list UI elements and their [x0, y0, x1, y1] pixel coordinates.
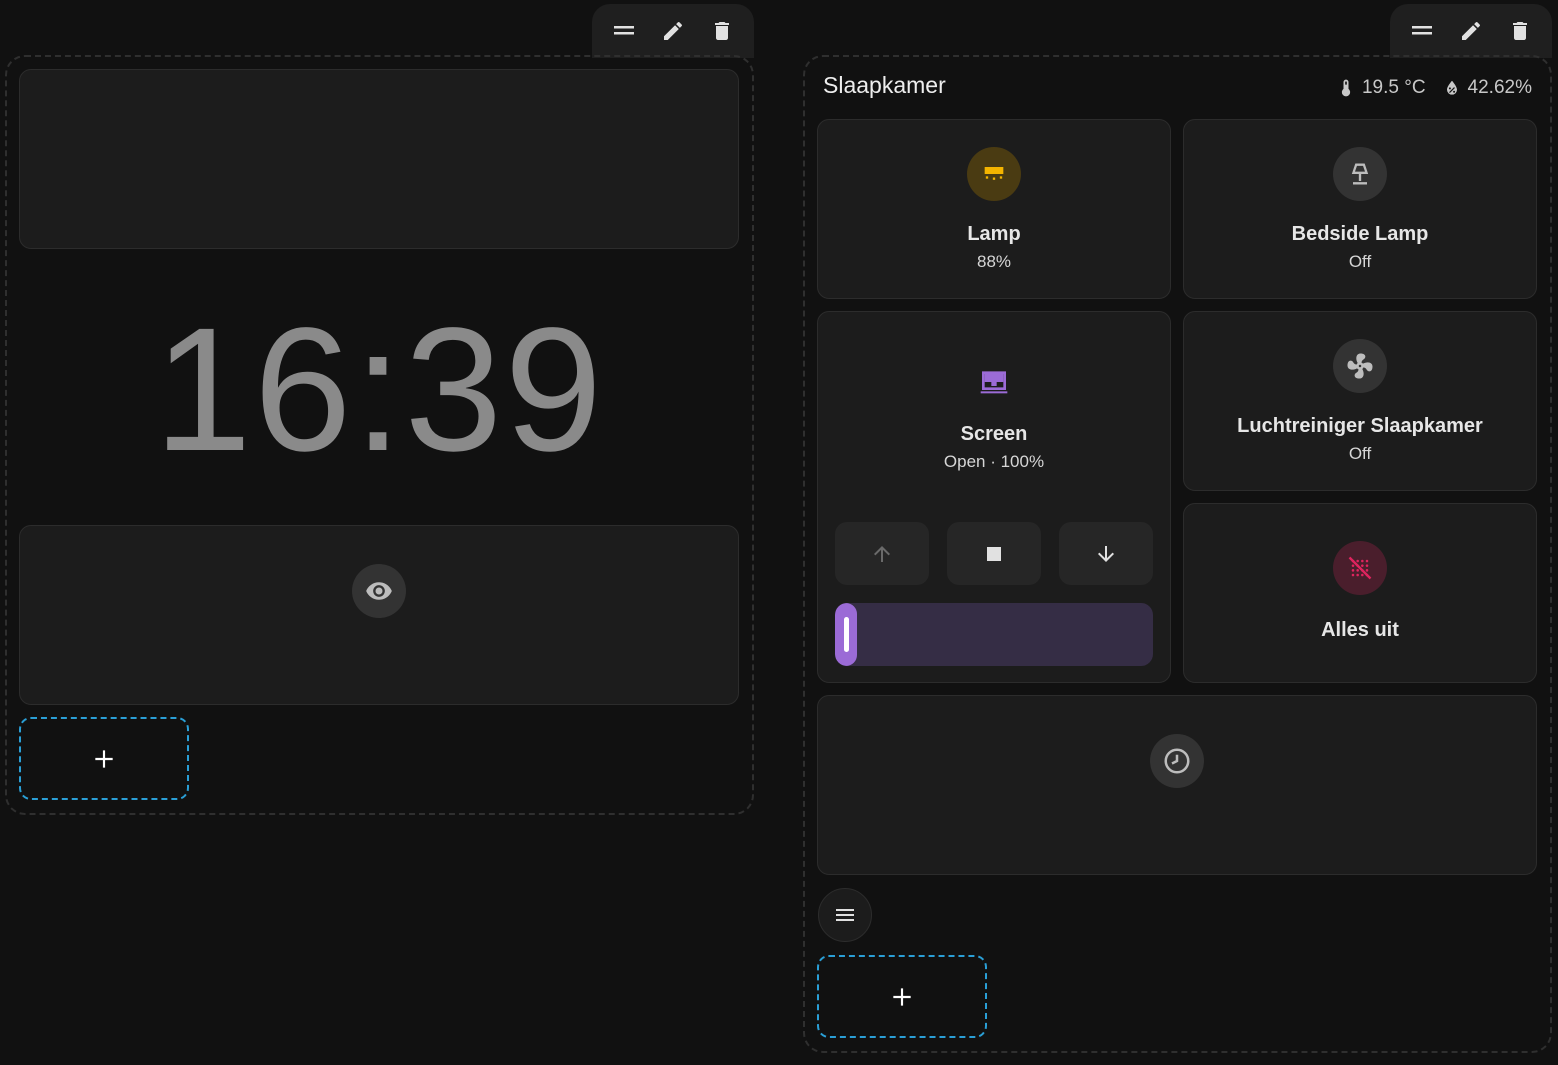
- tile-all-off-name: Alles uit: [1321, 619, 1399, 641]
- eye-icon: [352, 564, 406, 618]
- tile-screen[interactable]: Screen Open · 100%: [817, 311, 1171, 683]
- left-section-toolbar: [592, 4, 754, 58]
- right-add-card-button[interactable]: [817, 955, 987, 1038]
- trash-icon[interactable]: [702, 11, 742, 51]
- tile-bedside-lamp[interactable]: Bedside Lamp Off: [1183, 119, 1537, 299]
- trash-icon[interactable]: [1500, 11, 1540, 51]
- tile-screen-state: Open · 100%: [943, 452, 1045, 471]
- tile-air-purifier[interactable]: Luchtreiniger Slaapkamer Off: [1183, 311, 1537, 491]
- section-menu-button[interactable]: [818, 888, 872, 942]
- fan-icon[interactable]: [1333, 339, 1387, 393]
- arrow-up-icon: [874, 545, 890, 562]
- left-add-card-button[interactable]: [19, 717, 189, 800]
- right-section-toolbar: [1390, 4, 1552, 58]
- clock-card: 16:39: [19, 280, 739, 500]
- tile-lamp-name: Lamp: [967, 223, 1021, 245]
- menu-icon: [836, 909, 854, 921]
- lightbulb-off-icon[interactable]: [1333, 541, 1387, 595]
- tile-air-purifier-state: Off: [1348, 444, 1372, 463]
- pencil-icon[interactable]: [653, 11, 693, 51]
- area-sensors: 19.5 °C 42.62%: [1320, 74, 1532, 102]
- plus-icon: [95, 749, 113, 768]
- history-card[interactable]: [817, 695, 1537, 875]
- plus-icon: [893, 987, 911, 1006]
- tile-all-off[interactable]: Alles uit: [1183, 503, 1537, 683]
- pencil-icon[interactable]: [1451, 11, 1491, 51]
- hidden-card[interactable]: [19, 525, 739, 705]
- drag-handle-icon[interactable]: [1402, 11, 1442, 51]
- drag-handle-icon[interactable]: [604, 11, 644, 51]
- stop-icon: [987, 546, 1001, 561]
- cover-position-slider[interactable]: [835, 603, 1153, 666]
- tile-lamp[interactable]: Lamp 88%: [817, 119, 1171, 299]
- water-percent-icon: [1446, 80, 1457, 95]
- cover-stop-button[interactable]: [947, 522, 1041, 585]
- tile-screen-name: Screen: [960, 423, 1028, 445]
- empty-card[interactable]: [19, 69, 739, 249]
- area-title: Slaapkamer: [823, 72, 946, 98]
- clock-icon: [1150, 734, 1204, 788]
- area-humidity: 42.62%: [1467, 77, 1532, 98]
- area-temperature: 19.5 °C: [1361, 77, 1426, 98]
- arrow-down-icon: [1098, 545, 1114, 562]
- cover-position-handle[interactable]: [844, 617, 849, 652]
- window-shutter-icon[interactable]: [967, 355, 1021, 409]
- tile-bedside-lamp-name: Bedside Lamp: [1291, 223, 1429, 245]
- cover-close-button[interactable]: [1059, 522, 1153, 585]
- tile-bedside-lamp-state: Off: [1348, 252, 1372, 271]
- ceiling-light-icon[interactable]: [967, 147, 1021, 201]
- tile-air-purifier-name: Luchtreiniger Slaapkamer: [1237, 415, 1483, 437]
- thermometer-icon: [1341, 79, 1351, 97]
- lamp-icon[interactable]: [1333, 147, 1387, 201]
- cover-open-button[interactable]: [835, 522, 929, 585]
- clock-time: 16:39: [153, 292, 605, 488]
- tile-lamp-state: 88%: [976, 252, 1012, 271]
